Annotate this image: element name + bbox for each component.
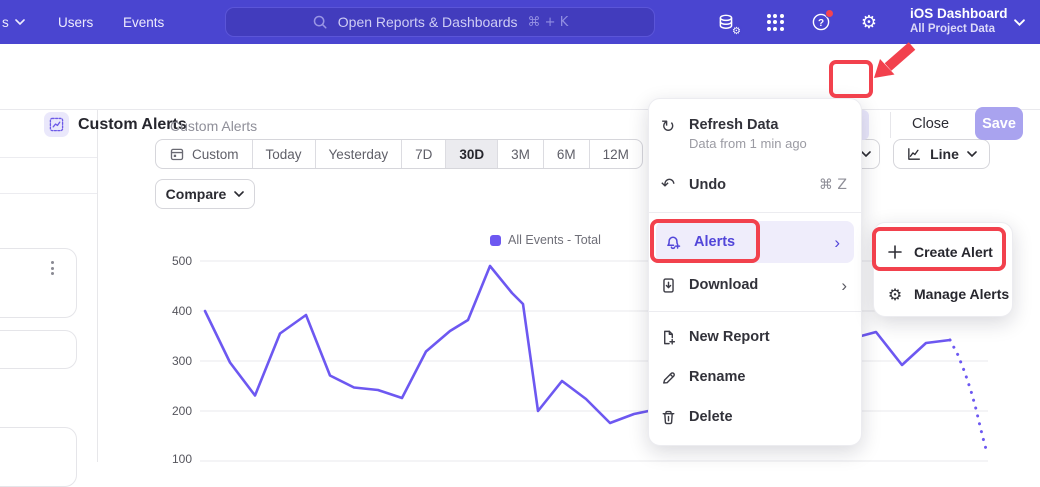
trash-icon [659, 408, 677, 426]
submenu-chevron-icon: › [834, 234, 840, 251]
plus-icon [886, 243, 904, 261]
range-12m[interactable]: 12M [590, 140, 642, 168]
menu-item-rename[interactable]: Rename [649, 359, 861, 395]
data-management-icon[interactable]: ⚙ [715, 11, 737, 33]
chart-legend: All Events - Total [490, 233, 601, 247]
sidebar-report-card[interactable] [0, 248, 77, 318]
kebab-menu-icon[interactable] [51, 261, 54, 275]
svg-text:?: ? [818, 18, 824, 29]
undo-shortcut: ⌘ Z [819, 177, 847, 193]
y-axis-tick: 500 [152, 254, 192, 268]
search-placeholder: Open Reports & Dashboards [338, 14, 518, 30]
new-report-icon [659, 328, 677, 346]
submenu-item-create-alert[interactable]: Create Alert [874, 233, 1012, 271]
chevron-down-icon [234, 191, 244, 197]
project-switcher[interactable]: iOS Dashboard All Project Data [910, 6, 1008, 36]
date-range-selector: Custom Today Yesterday 7D 30D 3M 6M 12M [155, 139, 643, 169]
menu-divider [649, 212, 861, 213]
sidebar-divider [0, 193, 97, 194]
compare-button[interactable]: Compare [155, 179, 255, 209]
report-icon [44, 112, 69, 137]
alerts-submenu: Create Alert ⚙ Manage Alerts [873, 222, 1013, 317]
save-button[interactable]: Save [975, 107, 1023, 140]
refresh-status-text: Data from 1 min ago [689, 136, 847, 151]
settings-gear-icon[interactable]: ⚙ [858, 11, 880, 33]
menu-item-download[interactable]: Download › [649, 267, 861, 303]
line-chart-icon [906, 146, 922, 162]
nav-item-partial[interactable]: s [2, 0, 25, 44]
menu-item-label: Undo [689, 177, 807, 193]
chevron-down-icon [1014, 19, 1025, 26]
project-name: iOS Dashboard [910, 6, 1008, 22]
menu-item-label: Delete [689, 409, 847, 425]
legend-swatch [490, 235, 501, 246]
y-axis-tick: 300 [152, 354, 192, 368]
nav-item-events[interactable]: Events [123, 0, 164, 44]
menu-item-alerts[interactable]: Alerts › [656, 221, 854, 263]
breadcrumb: Custom Alerts [170, 118, 257, 134]
pencil-icon [659, 368, 677, 386]
report-options-menu: ↻ Refresh Data Data from 1 min ago ↶ Und… [648, 98, 862, 446]
submenu-item-label: Create Alert [914, 244, 993, 260]
menu-item-label: Rename [689, 369, 847, 385]
search-shortcut: ⌘ + K [528, 15, 569, 30]
menu-item-label: Refresh Data [689, 117, 847, 133]
help-icon[interactable]: ? [810, 11, 832, 33]
range-30d-selected[interactable]: 30D [446, 140, 498, 168]
sidebar-report-card[interactable] [0, 427, 77, 487]
menu-item-delete[interactable]: Delete [649, 399, 861, 435]
menu-item-label: Alerts [694, 234, 822, 250]
y-axis-tick: 100 [152, 452, 192, 466]
sidebar-divider [0, 157, 97, 158]
bell-plus-icon [664, 233, 682, 251]
menu-item-new-report[interactable]: New Report [649, 319, 861, 355]
submenu-item-manage-alerts[interactable]: ⚙ Manage Alerts [874, 275, 1012, 313]
sidebar-report-card[interactable] [0, 330, 77, 369]
undo-icon: ↶ [659, 176, 677, 194]
refresh-icon: ↻ [659, 118, 677, 136]
range-today[interactable]: Today [253, 140, 316, 168]
range-custom[interactable]: Custom [156, 140, 253, 168]
submenu-item-label: Manage Alerts [914, 286, 1009, 302]
header-divider [890, 112, 891, 138]
gear-icon: ⚙ [886, 285, 904, 303]
close-button[interactable]: Close [912, 116, 949, 132]
project-scope: All Project Data [910, 22, 1008, 36]
notification-dot [825, 9, 834, 18]
top-navigation-bar: s Users Events Open Reports & Dashboards… [0, 0, 1040, 44]
apps-grid-icon[interactable] [764, 11, 786, 33]
menu-item-label: New Report [689, 329, 847, 345]
left-sidebar [0, 110, 98, 462]
annotation-arrow [858, 42, 920, 88]
menu-item-refresh-data[interactable]: ↻ Refresh Data Data from 1 min ago [649, 111, 861, 157]
y-axis-tick: 200 [152, 404, 192, 418]
download-icon [659, 276, 677, 294]
menu-divider [649, 311, 861, 312]
global-search-input[interactable]: Open Reports & Dashboards ⌘ + K [225, 7, 655, 37]
range-7d[interactable]: 7D [402, 140, 446, 168]
menu-item-undo[interactable]: ↶ Undo ⌘ Z [649, 167, 861, 203]
menu-item-label: Download [689, 277, 829, 293]
chart-type-button[interactable]: Line [893, 139, 990, 169]
chevron-down-icon [967, 151, 977, 157]
calendar-icon [169, 146, 185, 162]
range-yesterday[interactable]: Yesterday [316, 140, 403, 168]
submenu-chevron-icon: › [841, 277, 847, 294]
range-3m[interactable]: 3M [498, 140, 544, 168]
search-icon [312, 14, 328, 30]
range-6m[interactable]: 6M [544, 140, 590, 168]
nav-item-users[interactable]: Users [58, 0, 93, 44]
y-axis-tick: 400 [152, 304, 192, 318]
chevron-down-icon [15, 19, 25, 25]
legend-label: All Events - Total [508, 233, 601, 247]
chevron-down-icon [861, 151, 871, 157]
